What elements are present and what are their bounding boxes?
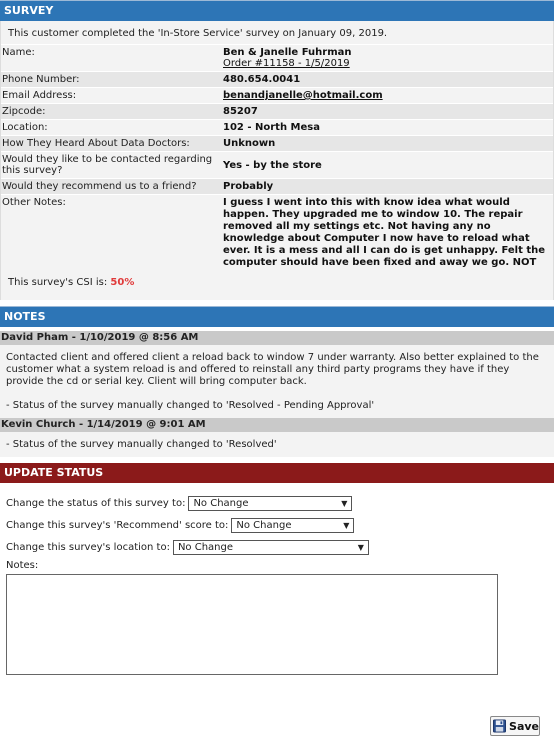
field-value: I guess I went into this with know idea … — [223, 197, 546, 268]
field-value: Yes - by the store — [223, 159, 322, 171]
field-row-other-notes: Other Notes: I guess I went into this wi… — [1, 194, 553, 271]
field-label: Email Address: — [2, 90, 77, 101]
order-link[interactable]: Order #11158 - 1/5/2019 — [223, 58, 549, 69]
notes-textarea[interactable] — [6, 574, 498, 675]
status-select-value: No Change — [193, 497, 249, 509]
survey-fields: Name: Ben & Janelle Fuhrman Order #11158… — [1, 44, 553, 271]
update-status-header: UPDATE STATUS — [0, 463, 554, 483]
field-label: Phone Number: — [2, 74, 80, 85]
csi-label: This survey's CSI is: — [8, 277, 108, 288]
field-value: Unknown — [223, 138, 276, 149]
save-button[interactable]: Save — [490, 716, 540, 736]
field-row-location: Location: 102 - North Mesa — [1, 119, 553, 135]
note-body: Contacted client and offered client a re… — [0, 345, 554, 418]
csi-line: This survey's CSI is: 50% — [1, 271, 553, 300]
field-value: Probably — [223, 181, 274, 192]
field-row-email: Email Address: benandjanelle@hotmail.com — [1, 87, 553, 103]
chevron-down-icon: ▼ — [343, 520, 350, 530]
note-status: - Status of the survey manually changed … — [6, 439, 277, 450]
notes-panel: David Pham - 1/10/2019 @ 8:56 AM Contact… — [0, 331, 554, 457]
save-label: Save — [509, 719, 539, 733]
location-row: Change this survey's location to: No Cha… — [6, 536, 554, 558]
survey-header: SURVEY — [0, 0, 554, 21]
chevron-down-icon: ▼ — [357, 542, 364, 552]
field-label: Zipcode: — [2, 106, 46, 117]
field-label: Would they recommend us to a friend? — [2, 181, 197, 192]
field-row-name: Name: Ben & Janelle Fuhrman Order #11158… — [1, 44, 553, 71]
field-value: 480.654.0041 — [223, 74, 301, 85]
location-select[interactable]: No Change ▼ — [172, 539, 369, 555]
email-link[interactable]: benandjanelle@hotmail.com — [223, 90, 383, 101]
location-select-value: No Change — [177, 541, 234, 553]
recommend-label: Change this survey's 'Recommend' score t… — [6, 519, 229, 531]
field-value: Ben & Janelle Fuhrman Order #11158 - 1/5… — [223, 45, 553, 71]
note-body: - Status of the survey manually changed … — [0, 432, 554, 457]
survey-page: SURVEY This customer completed the 'In-S… — [0, 0, 554, 754]
field-label: Would they like to be contacted regardin… — [2, 154, 213, 176]
field-row-phone: Phone Number: 480.654.0041 — [1, 71, 553, 87]
csi-value: 50% — [110, 277, 135, 288]
field-row-contact: Would they like to be contacted regardin… — [1, 151, 553, 178]
survey-intro: This customer completed the 'In-Store Se… — [8, 28, 388, 39]
field-row-recommend: Would they recommend us to a friend? Pro… — [1, 178, 553, 194]
note-status: - Status of the survey manually changed … — [6, 400, 375, 411]
status-select[interactable]: No Change ▼ — [188, 495, 353, 511]
recommend-select[interactable]: No Change ▼ — [231, 517, 355, 533]
update-status-form: Change the status of this survey to: No … — [0, 483, 554, 675]
notes-label: Notes: — [6, 560, 39, 571]
field-label: How They Heard About Data Doctors: — [2, 138, 190, 149]
status-row: Change the status of this survey to: No … — [6, 492, 554, 514]
field-row-heard-about: How They Heard About Data Doctors: Unkno… — [1, 135, 553, 151]
note-text: Contacted client and offered client a re… — [6, 352, 539, 387]
recommend-select-value: No Change — [236, 519, 292, 531]
field-row-zipcode: Zipcode: 85207 — [1, 103, 553, 119]
survey-panel: This customer completed the 'In-Store Se… — [0, 21, 554, 300]
customer-name: Ben & Janelle Fuhrman — [223, 47, 352, 58]
field-value: benandjanelle@hotmail.com — [223, 88, 553, 103]
chevron-down-icon: ▼ — [341, 498, 348, 508]
notes-header: NOTES — [0, 306, 554, 327]
recommend-row: Change this survey's 'Recommend' score t… — [6, 514, 554, 536]
floppy-disk-icon — [493, 719, 507, 733]
note-author: Kevin Church - 1/14/2019 @ 9:01 AM — [0, 418, 554, 432]
field-label: Other Notes: — [2, 197, 66, 208]
field-label: Name: — [2, 47, 35, 58]
note-author: David Pham - 1/10/2019 @ 8:56 AM — [0, 331, 554, 345]
field-label: Location: — [2, 122, 48, 133]
field-value: 85207 — [223, 106, 258, 117]
status-label: Change the status of this survey to: — [6, 497, 186, 509]
field-value: 102 - North Mesa — [223, 122, 320, 133]
location-label: Change this survey's location to: — [6, 541, 170, 553]
